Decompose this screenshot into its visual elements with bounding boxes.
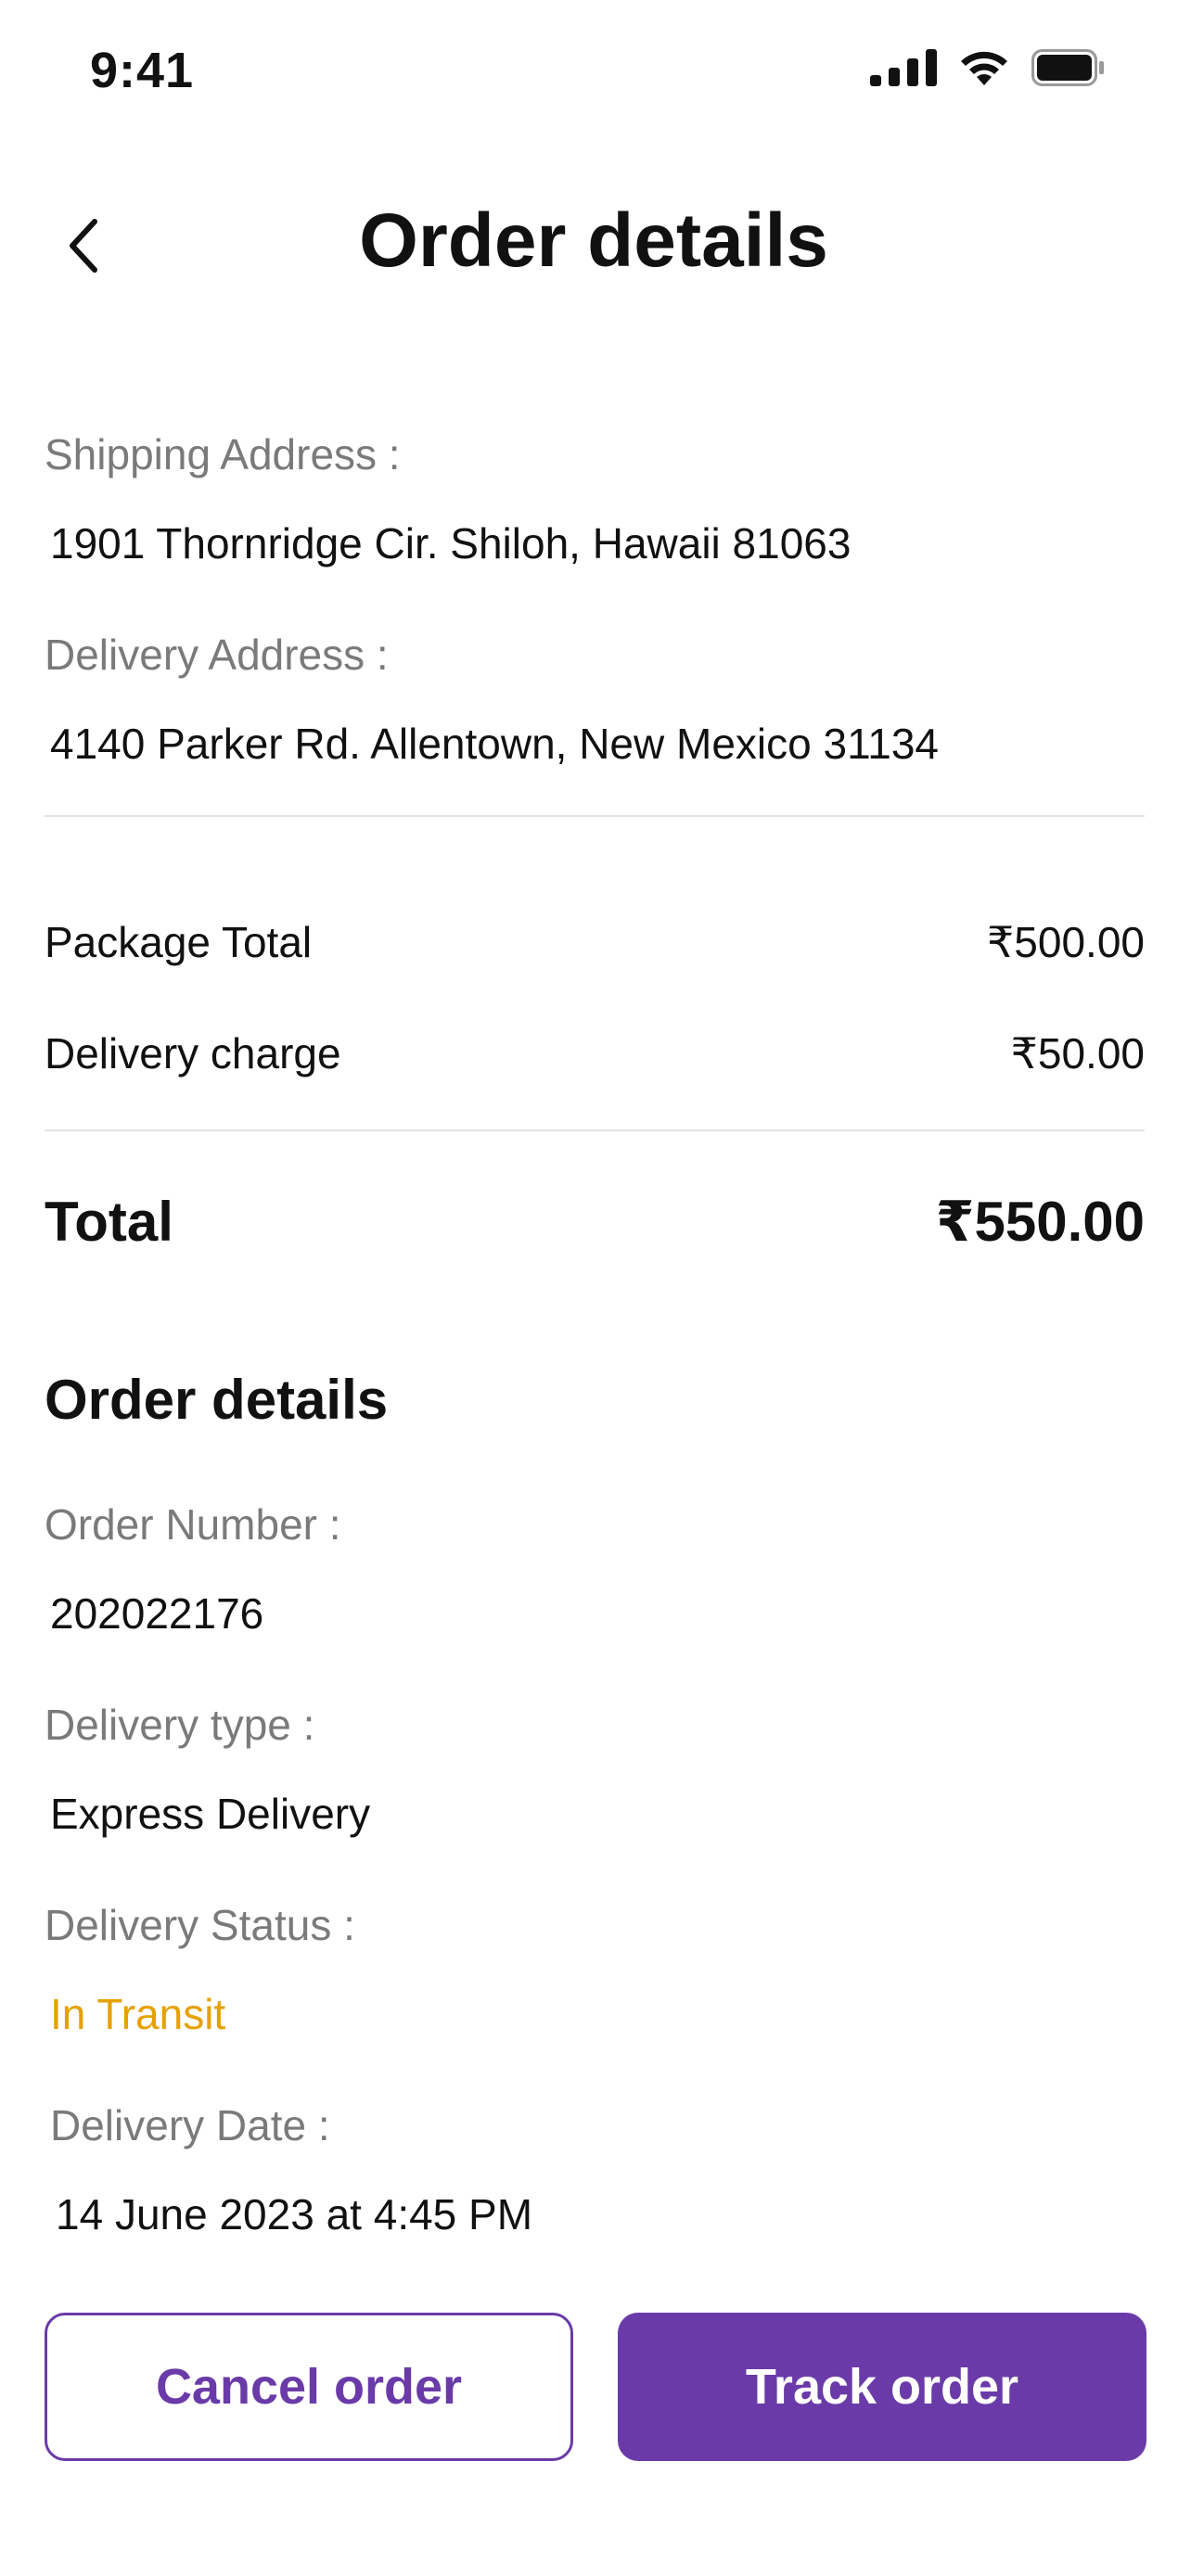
cellular-signal-icon bbox=[870, 49, 937, 86]
order-number-label: Order Number : bbox=[45, 1500, 341, 1549]
package-total-label: Package Total bbox=[45, 918, 313, 966]
delivery-charge-label: Delivery charge bbox=[45, 1029, 341, 1078]
status-time: 9:41 bbox=[90, 43, 195, 98]
delivery-date-label: Delivery Date : bbox=[50, 2101, 330, 2149]
delivery-type-label: Delivery type : bbox=[45, 1701, 315, 1749]
battery-icon bbox=[1031, 49, 1104, 86]
cancel-order-button[interactable]: Cancel order bbox=[45, 2313, 573, 2461]
delivery-charge-value: ₹50.00 bbox=[1010, 1029, 1145, 1078]
delivery-address-value: 4140 Parker Rd. Allentown, New Mexico 31… bbox=[50, 720, 940, 768]
delivery-date-value: 14 June 2023 at 4:45 PM bbox=[56, 2190, 533, 2238]
shipping-address-label: Shipping Address : bbox=[45, 430, 401, 478]
shipping-address-value: 1901 Thornridge Cir. Shiloh, Hawaii 8106… bbox=[50, 519, 852, 567]
order-number-value: 202022176 bbox=[50, 1589, 264, 1638]
delivery-address-label: Delivery Address : bbox=[45, 631, 389, 679]
cancel-order-label: Cancel order bbox=[155, 2359, 463, 2415]
total-value: ₹550.00 bbox=[935, 1191, 1145, 1253]
track-order-button[interactable]: Track order bbox=[618, 2313, 1146, 2461]
page-title: Order details bbox=[359, 198, 828, 283]
delivery-status-value: In Transit bbox=[50, 1990, 226, 2038]
order-details-heading: Order details bbox=[45, 1369, 389, 1431]
package-total-value: ₹500.00 bbox=[987, 918, 1145, 966]
delivery-type-value: Express Delivery bbox=[50, 1790, 371, 1838]
delivery-status-label: Delivery Status : bbox=[45, 1901, 355, 1949]
divider bbox=[45, 1129, 1145, 1131]
track-order-label: Track order bbox=[745, 2359, 1019, 2415]
wifi-icon bbox=[961, 51, 1007, 85]
total-label: Total bbox=[45, 1191, 173, 1253]
status-icons bbox=[870, 48, 1106, 87]
divider bbox=[45, 815, 1145, 817]
